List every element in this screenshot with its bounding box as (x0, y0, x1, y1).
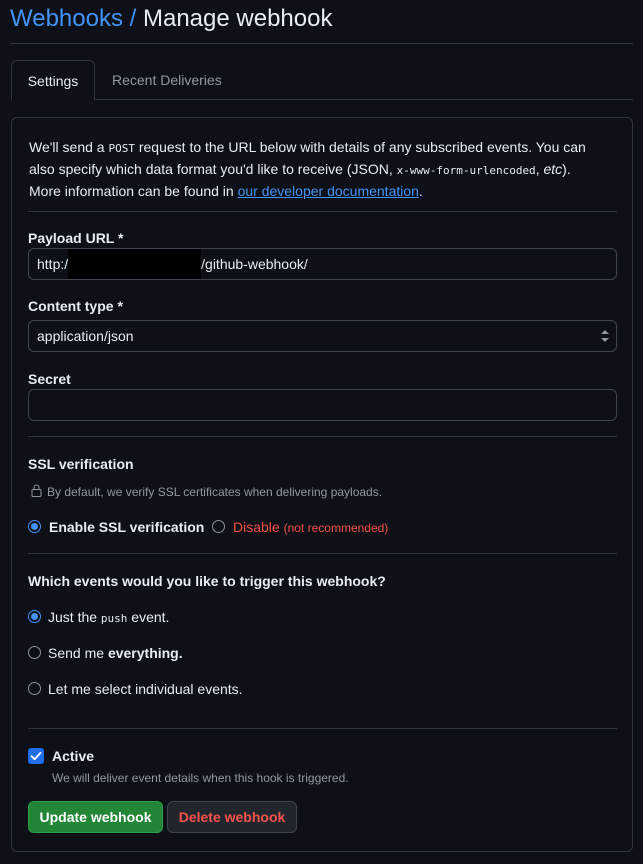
tab-recent-deliveries[interactable]: Recent Deliveries (96, 60, 238, 100)
ssl-enable-radio[interactable] (28, 520, 41, 533)
delete-webhook-button[interactable]: Delete webhook (167, 801, 297, 833)
payload-url-label: Payload URL * (28, 230, 124, 246)
tab-settings[interactable]: Settings (11, 60, 95, 100)
events-push-prefix: Just the (48, 609, 101, 625)
events-all-radio[interactable] (28, 646, 41, 659)
payload-url-input[interactable]: http:/ /github-webhook/ (28, 248, 617, 280)
active-note: We will deliver event details when this … (52, 771, 349, 785)
ssl-disable-option[interactable]: Disable (not recommended) (233, 519, 388, 535)
page-heading: Webhooks / Manage webhook (10, 4, 332, 34)
content-type-select[interactable]: application/json (28, 320, 617, 352)
header-divider (10, 43, 633, 44)
select-arrows-icon (601, 330, 609, 342)
intro-code-format: x-www-form-urlencoded (396, 164, 536, 177)
settings-panel: We'll send a POST request to the URL bel… (11, 117, 633, 852)
events-all-bold: everything. (107, 645, 183, 661)
events-all-label[interactable]: Send me everything. (48, 645, 183, 661)
intro-etc: etc (543, 161, 563, 177)
ssl-heading: SSL verification (28, 456, 134, 472)
secret-label: Secret (28, 371, 71, 387)
ssl-disable-radio[interactable] (212, 520, 225, 533)
events-push-suffix: event. (127, 609, 170, 625)
events-heading: Which events would you like to trigger t… (28, 573, 386, 589)
content-type-label: Content type * (28, 298, 123, 314)
ssl-disable-label: Disable (233, 519, 280, 535)
intro-code-post: POST (108, 142, 135, 155)
active-checkbox[interactable] (28, 748, 44, 764)
breadcrumb-webhooks-link[interactable]: Webhooks (10, 5, 123, 32)
ssl-enable-label[interactable]: Enable SSL verification (49, 519, 204, 535)
events-select-label[interactable]: Let me select individual events. (48, 681, 243, 697)
events-select-radio[interactable] (28, 682, 41, 695)
events-push-code: push (100, 612, 128, 625)
divider (28, 728, 617, 729)
events-all-prefix: Send me (48, 645, 108, 661)
redacted-host (68, 249, 202, 279)
intro-text-5: . (418, 183, 423, 199)
content-type-value: application/json (37, 328, 134, 344)
events-push-radio[interactable] (28, 610, 41, 623)
check-icon (30, 751, 42, 761)
developer-docs-link[interactable]: our developer documentation (238, 183, 419, 199)
payload-url-prefix: http:/ (37, 256, 69, 272)
divider (28, 436, 617, 437)
events-push-label[interactable]: Just the push event. (48, 609, 169, 625)
ssl-note: By default, we verify SSL certificates w… (47, 485, 383, 499)
divider (28, 553, 617, 554)
ssl-disable-note: (not recommended) (283, 521, 389, 535)
secret-input[interactable] (28, 389, 617, 421)
active-label[interactable]: Active (52, 748, 94, 764)
tab-bar: Settings Recent Deliveries (11, 60, 633, 100)
update-webhook-button[interactable]: Update webhook (28, 801, 163, 833)
payload-url-suffix: /github-webhook/ (201, 256, 308, 272)
page-title: Manage webhook (142, 5, 333, 32)
breadcrumb-separator: / (122, 5, 143, 32)
divider (28, 211, 617, 212)
intro-text-1: We'll send a (29, 139, 109, 155)
intro-text: We'll send a POST request to the URL bel… (29, 137, 599, 202)
lock-icon (31, 484, 42, 497)
